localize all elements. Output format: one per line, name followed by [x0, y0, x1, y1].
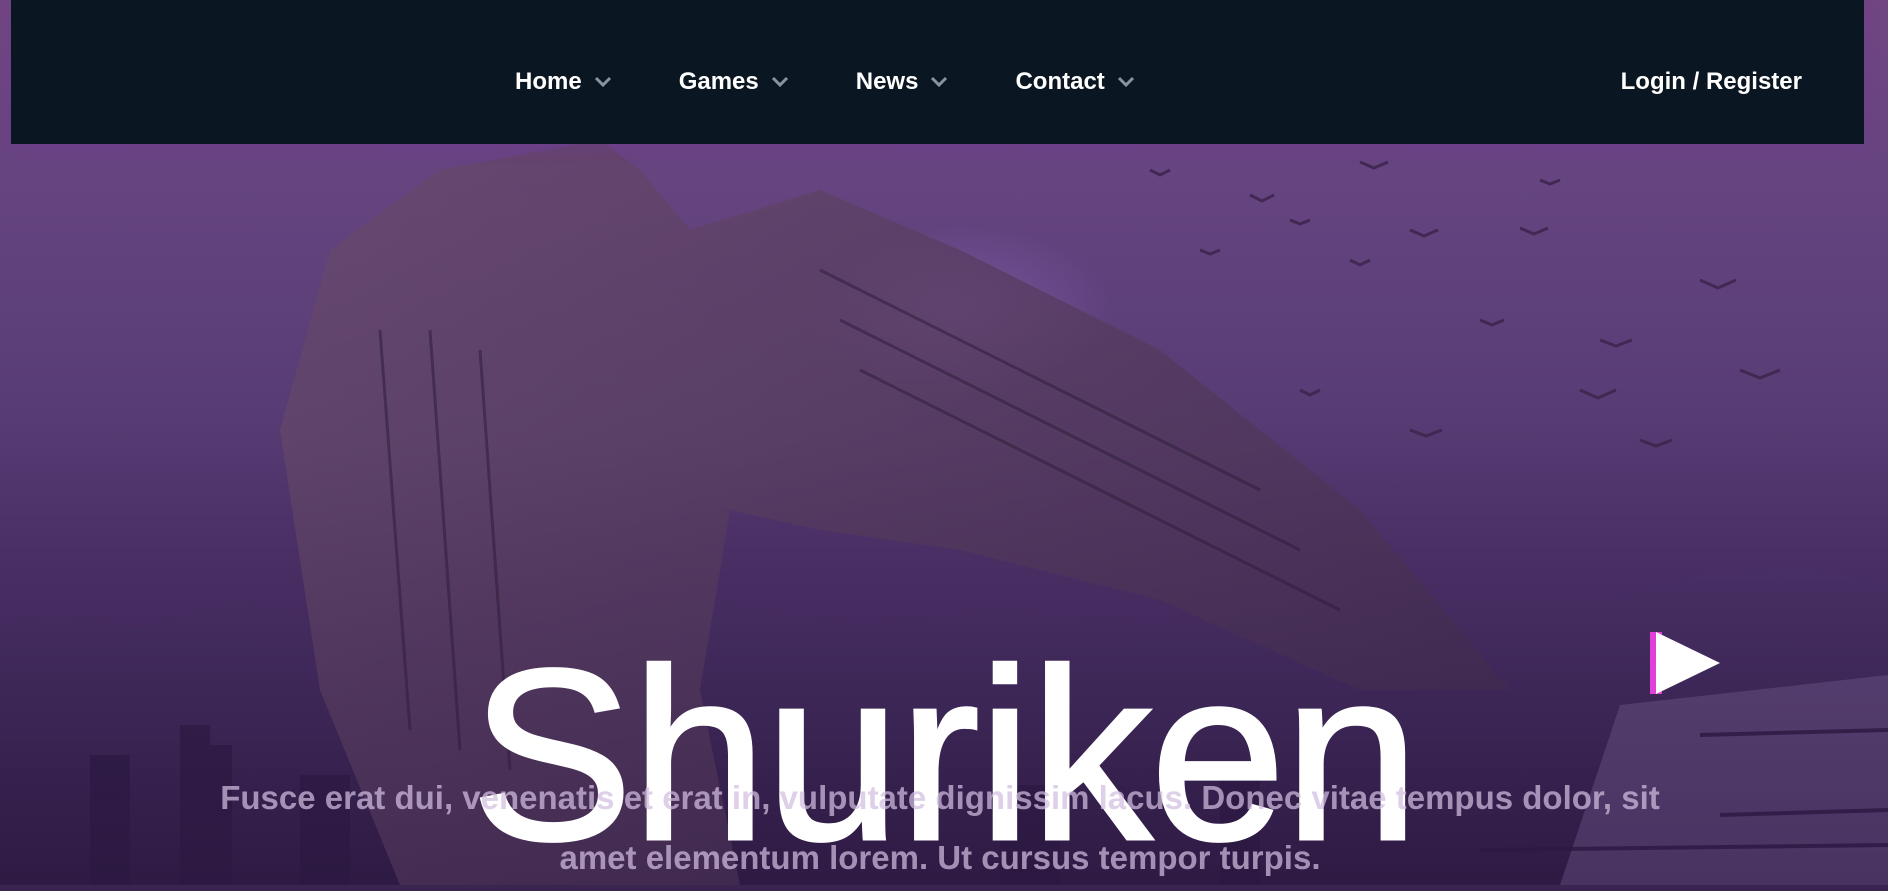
- chevron-down-icon: [594, 76, 611, 88]
- chevron-down-icon: [1117, 76, 1134, 88]
- nav-item-news[interactable]: News: [856, 68, 949, 96]
- main-menu: Home Games News Contact: [515, 68, 1202, 96]
- nav-item-label: Games: [678, 68, 759, 95]
- nav-item-contact[interactable]: Contact: [1015, 68, 1134, 96]
- login-register-link[interactable]: Login / Register: [1621, 68, 1802, 96]
- nav-item-home[interactable]: Home: [515, 68, 612, 96]
- nav-item-games[interactable]: Games: [679, 68, 789, 96]
- chevron-down-icon: [931, 76, 948, 88]
- nav-item-label: Contact: [1015, 68, 1105, 95]
- nav-item-label: Home: [515, 68, 582, 95]
- play-icon[interactable]: [1650, 630, 1722, 696]
- hero-subtitle: Fusce erat dui, venenatis et erat in, vu…: [220, 779, 1660, 876]
- nav-item-label: News: [855, 68, 919, 95]
- top-navbar: Home Games News Contact Login / Register: [11, 0, 1864, 144]
- chevron-down-icon: [771, 76, 788, 88]
